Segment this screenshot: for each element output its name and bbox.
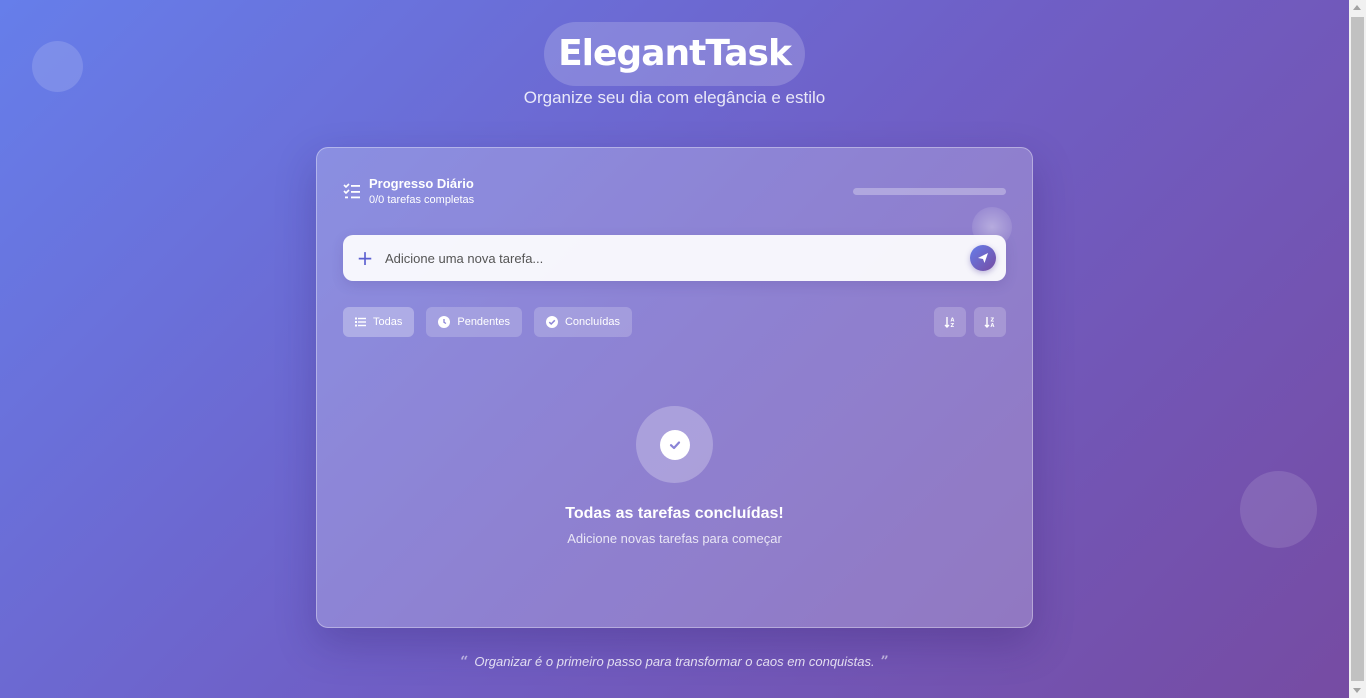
list-icon: [355, 317, 366, 327]
quote-text: Organizar é o primeiro passo para transf…: [474, 654, 875, 669]
progress-header: Progresso Diário 0/0 tarefas completas: [343, 176, 474, 206]
sort-alpha-asc-icon: A Z: [944, 317, 955, 328]
filter-all-button[interactable]: Todas: [343, 307, 415, 337]
list-check-icon: [343, 183, 360, 199]
empty-state-title: Todas as tarefas concluídas!: [565, 505, 784, 522]
scrollbar-thumb[interactable]: [1351, 17, 1364, 681]
footer-quote: “ Organizar é o primeiro passo para trans…: [0, 654, 1349, 670]
check-circle-icon: [545, 316, 558, 328]
sort-asc-button[interactable]: A Z: [934, 307, 966, 337]
app-title: ElegantTask: [544, 22, 805, 86]
scroll-down-icon[interactable]: [1353, 688, 1361, 693]
sort-group: A Z Z A: [934, 307, 1006, 337]
progress-count: 0/0 tarefas completas: [369, 194, 475, 206]
filter-group: Todas Pendentes Concluídas: [343, 307, 633, 337]
filter-done-button[interactable]: Concluídas: [533, 307, 633, 337]
vertical-scrollbar[interactable]: [1349, 0, 1366, 698]
empty-state-subtitle: Adicione novas tarefas para começar: [567, 531, 782, 546]
sort-alpha-desc-icon: Z A: [984, 317, 995, 328]
filter-pending-button[interactable]: Pendentes: [426, 307, 522, 337]
paper-plane-icon: [978, 253, 988, 263]
svg-text:A: A: [991, 323, 995, 328]
sort-desc-button[interactable]: Z A: [974, 307, 1006, 337]
add-task-button[interactable]: [970, 245, 996, 271]
app-subtitle: Organize seu dia com elegância e estilo: [523, 88, 826, 107]
quote-open-icon: “: [460, 654, 469, 670]
empty-state-badge: [636, 406, 713, 483]
progress-title: Progresso Diário: [369, 176, 474, 191]
task-card: Progresso Diário 0/0 tarefas completas +…: [316, 147, 1033, 628]
svg-text:Z: Z: [951, 323, 955, 328]
empty-state: Todas as tarefas concluídas! Adicione no…: [317, 406, 1032, 546]
filter-done-label: Concluídas: [564, 316, 621, 328]
quote-close-icon: ”: [880, 654, 889, 670]
clock-icon: [438, 316, 451, 328]
new-task-input[interactable]: [383, 250, 970, 266]
check-circle-icon: [659, 429, 690, 460]
plus-icon: +: [356, 246, 374, 270]
app-header: ElegantTask Organize seu dia com elegânc…: [0, 22, 1349, 108]
filter-all-label: Todas: [373, 316, 403, 328]
scroll-up-icon[interactable]: [1353, 5, 1361, 10]
decorative-bubble: [1240, 471, 1317, 548]
add-task-bar: +: [343, 235, 1006, 281]
filter-pending-label: Pendentes: [457, 316, 510, 328]
progress-bar: [853, 188, 1006, 195]
